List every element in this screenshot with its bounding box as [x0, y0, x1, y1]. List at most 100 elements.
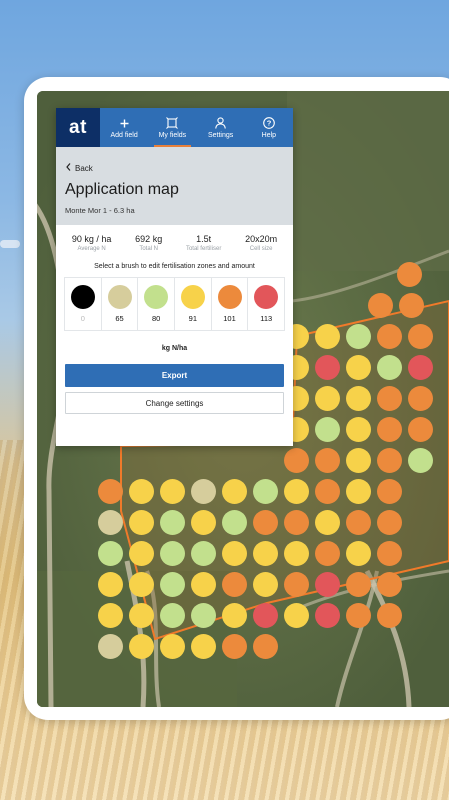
zone-cell[interactable]: [408, 417, 433, 442]
change-settings-button[interactable]: Change settings: [65, 392, 284, 414]
zone-cell[interactable]: [315, 448, 340, 473]
zone-cell[interactable]: [253, 634, 278, 659]
zone-cell[interactable]: [191, 479, 216, 504]
zone-cell[interactable]: [191, 572, 216, 597]
zone-cell[interactable]: [346, 479, 371, 504]
zone-cell[interactable]: [129, 479, 154, 504]
zone-cell[interactable]: [98, 572, 123, 597]
zone-cell[interactable]: [129, 572, 154, 597]
zone-cell[interactable]: [160, 541, 185, 566]
zone-cell[interactable]: [399, 293, 424, 318]
stat-value: 1.5t: [196, 234, 212, 244]
zone-cell[interactable]: [253, 603, 278, 628]
zone-cell[interactable]: [315, 572, 340, 597]
zone-cell[interactable]: [377, 572, 402, 597]
nav-settings[interactable]: Settings: [197, 108, 245, 147]
zone-cell[interactable]: [284, 603, 309, 628]
nav-help[interactable]: ? Help: [245, 108, 293, 147]
zone-cell[interactable]: [129, 603, 154, 628]
zone-cell[interactable]: [377, 541, 402, 566]
zone-cell[interactable]: [129, 634, 154, 659]
brush-value: 113: [260, 314, 273, 323]
zone-cell[interactable]: [222, 541, 247, 566]
zone-cell[interactable]: [315, 324, 340, 349]
zone-cell[interactable]: [98, 479, 123, 504]
zone-cell[interactable]: [315, 541, 340, 566]
brush-swatch: [70, 285, 95, 309]
zone-cell[interactable]: [377, 386, 402, 411]
zone-cell[interactable]: [315, 355, 340, 380]
stat-label: Total N: [139, 246, 159, 252]
zone-cell[interactable]: [408, 324, 433, 349]
zone-cell[interactable]: [377, 479, 402, 504]
zone-cell[interactable]: [222, 510, 247, 535]
zone-cell[interactable]: [191, 634, 216, 659]
zone-cell[interactable]: [253, 479, 278, 504]
zone-cell[interactable]: [222, 479, 247, 504]
zone-cell[interactable]: [377, 510, 402, 535]
zone-cell[interactable]: [284, 510, 309, 535]
zone-cell[interactable]: [346, 386, 371, 411]
zone-cell[interactable]: [315, 510, 340, 535]
zone-cell[interactable]: [253, 541, 278, 566]
zone-cell[interactable]: [346, 324, 371, 349]
zone-cell[interactable]: [253, 572, 278, 597]
zone-cell[interactable]: [346, 572, 371, 597]
brush-91[interactable]: 91: [175, 278, 212, 330]
zone-cell[interactable]: [191, 541, 216, 566]
zone-cell[interactable]: [346, 510, 371, 535]
stat-total-fertiliser: 1.5t Total fertiliser: [186, 234, 221, 252]
zone-cell[interactable]: [284, 479, 309, 504]
zone-cell[interactable]: [377, 417, 402, 442]
brush-113[interactable]: 113: [248, 278, 284, 330]
zone-cell[interactable]: [284, 572, 309, 597]
back-label: Back: [75, 163, 93, 173]
zone-cell[interactable]: [377, 355, 402, 380]
zone-cell[interactable]: [346, 541, 371, 566]
zone-cell[interactable]: [346, 603, 371, 628]
zone-cell[interactable]: [408, 448, 433, 473]
zone-cell[interactable]: [377, 448, 402, 473]
zone-cell[interactable]: [222, 634, 247, 659]
zone-cell[interactable]: [315, 417, 340, 442]
zone-cell[interactable]: [284, 541, 309, 566]
stat-value: 692 kg: [135, 234, 163, 244]
zone-cell[interactable]: [253, 510, 278, 535]
zone-cell[interactable]: [315, 603, 340, 628]
zone-cell[interactable]: [368, 293, 393, 318]
zone-cell[interactable]: [129, 510, 154, 535]
zone-cell[interactable]: [222, 603, 247, 628]
zone-cell[interactable]: [408, 386, 433, 411]
nav-add-field[interactable]: Add field: [100, 108, 148, 147]
zone-cell[interactable]: [191, 603, 216, 628]
zone-cell[interactable]: [129, 541, 154, 566]
zone-cell[interactable]: [346, 355, 371, 380]
zone-cell[interactable]: [222, 572, 247, 597]
zone-cell[interactable]: [98, 510, 123, 535]
brush-0[interactable]: 0: [65, 278, 102, 330]
zone-cell[interactable]: [191, 510, 216, 535]
zone-cell[interactable]: [160, 572, 185, 597]
zone-cell[interactable]: [98, 541, 123, 566]
zone-cell[interactable]: [397, 262, 422, 287]
zone-cell[interactable]: [346, 417, 371, 442]
zone-cell[interactable]: [284, 448, 309, 473]
back-button[interactable]: Back: [66, 163, 93, 173]
zone-cell[interactable]: [377, 603, 402, 628]
brush-65[interactable]: 65: [102, 278, 139, 330]
export-button[interactable]: Export: [65, 364, 284, 387]
zone-cell[interactable]: [160, 479, 185, 504]
zone-cell[interactable]: [160, 634, 185, 659]
zone-cell[interactable]: [377, 324, 402, 349]
zone-cell[interactable]: [98, 603, 123, 628]
nav-my-fields[interactable]: My fields: [148, 108, 196, 147]
zone-cell[interactable]: [315, 386, 340, 411]
zone-cell[interactable]: [98, 634, 123, 659]
zone-cell[interactable]: [160, 603, 185, 628]
zone-cell[interactable]: [315, 479, 340, 504]
zone-cell[interactable]: [408, 355, 433, 380]
brush-80[interactable]: 80: [138, 278, 176, 330]
zone-cell[interactable]: [160, 510, 185, 535]
brush-101[interactable]: 101: [212, 278, 249, 330]
zone-cell[interactable]: [346, 448, 371, 473]
